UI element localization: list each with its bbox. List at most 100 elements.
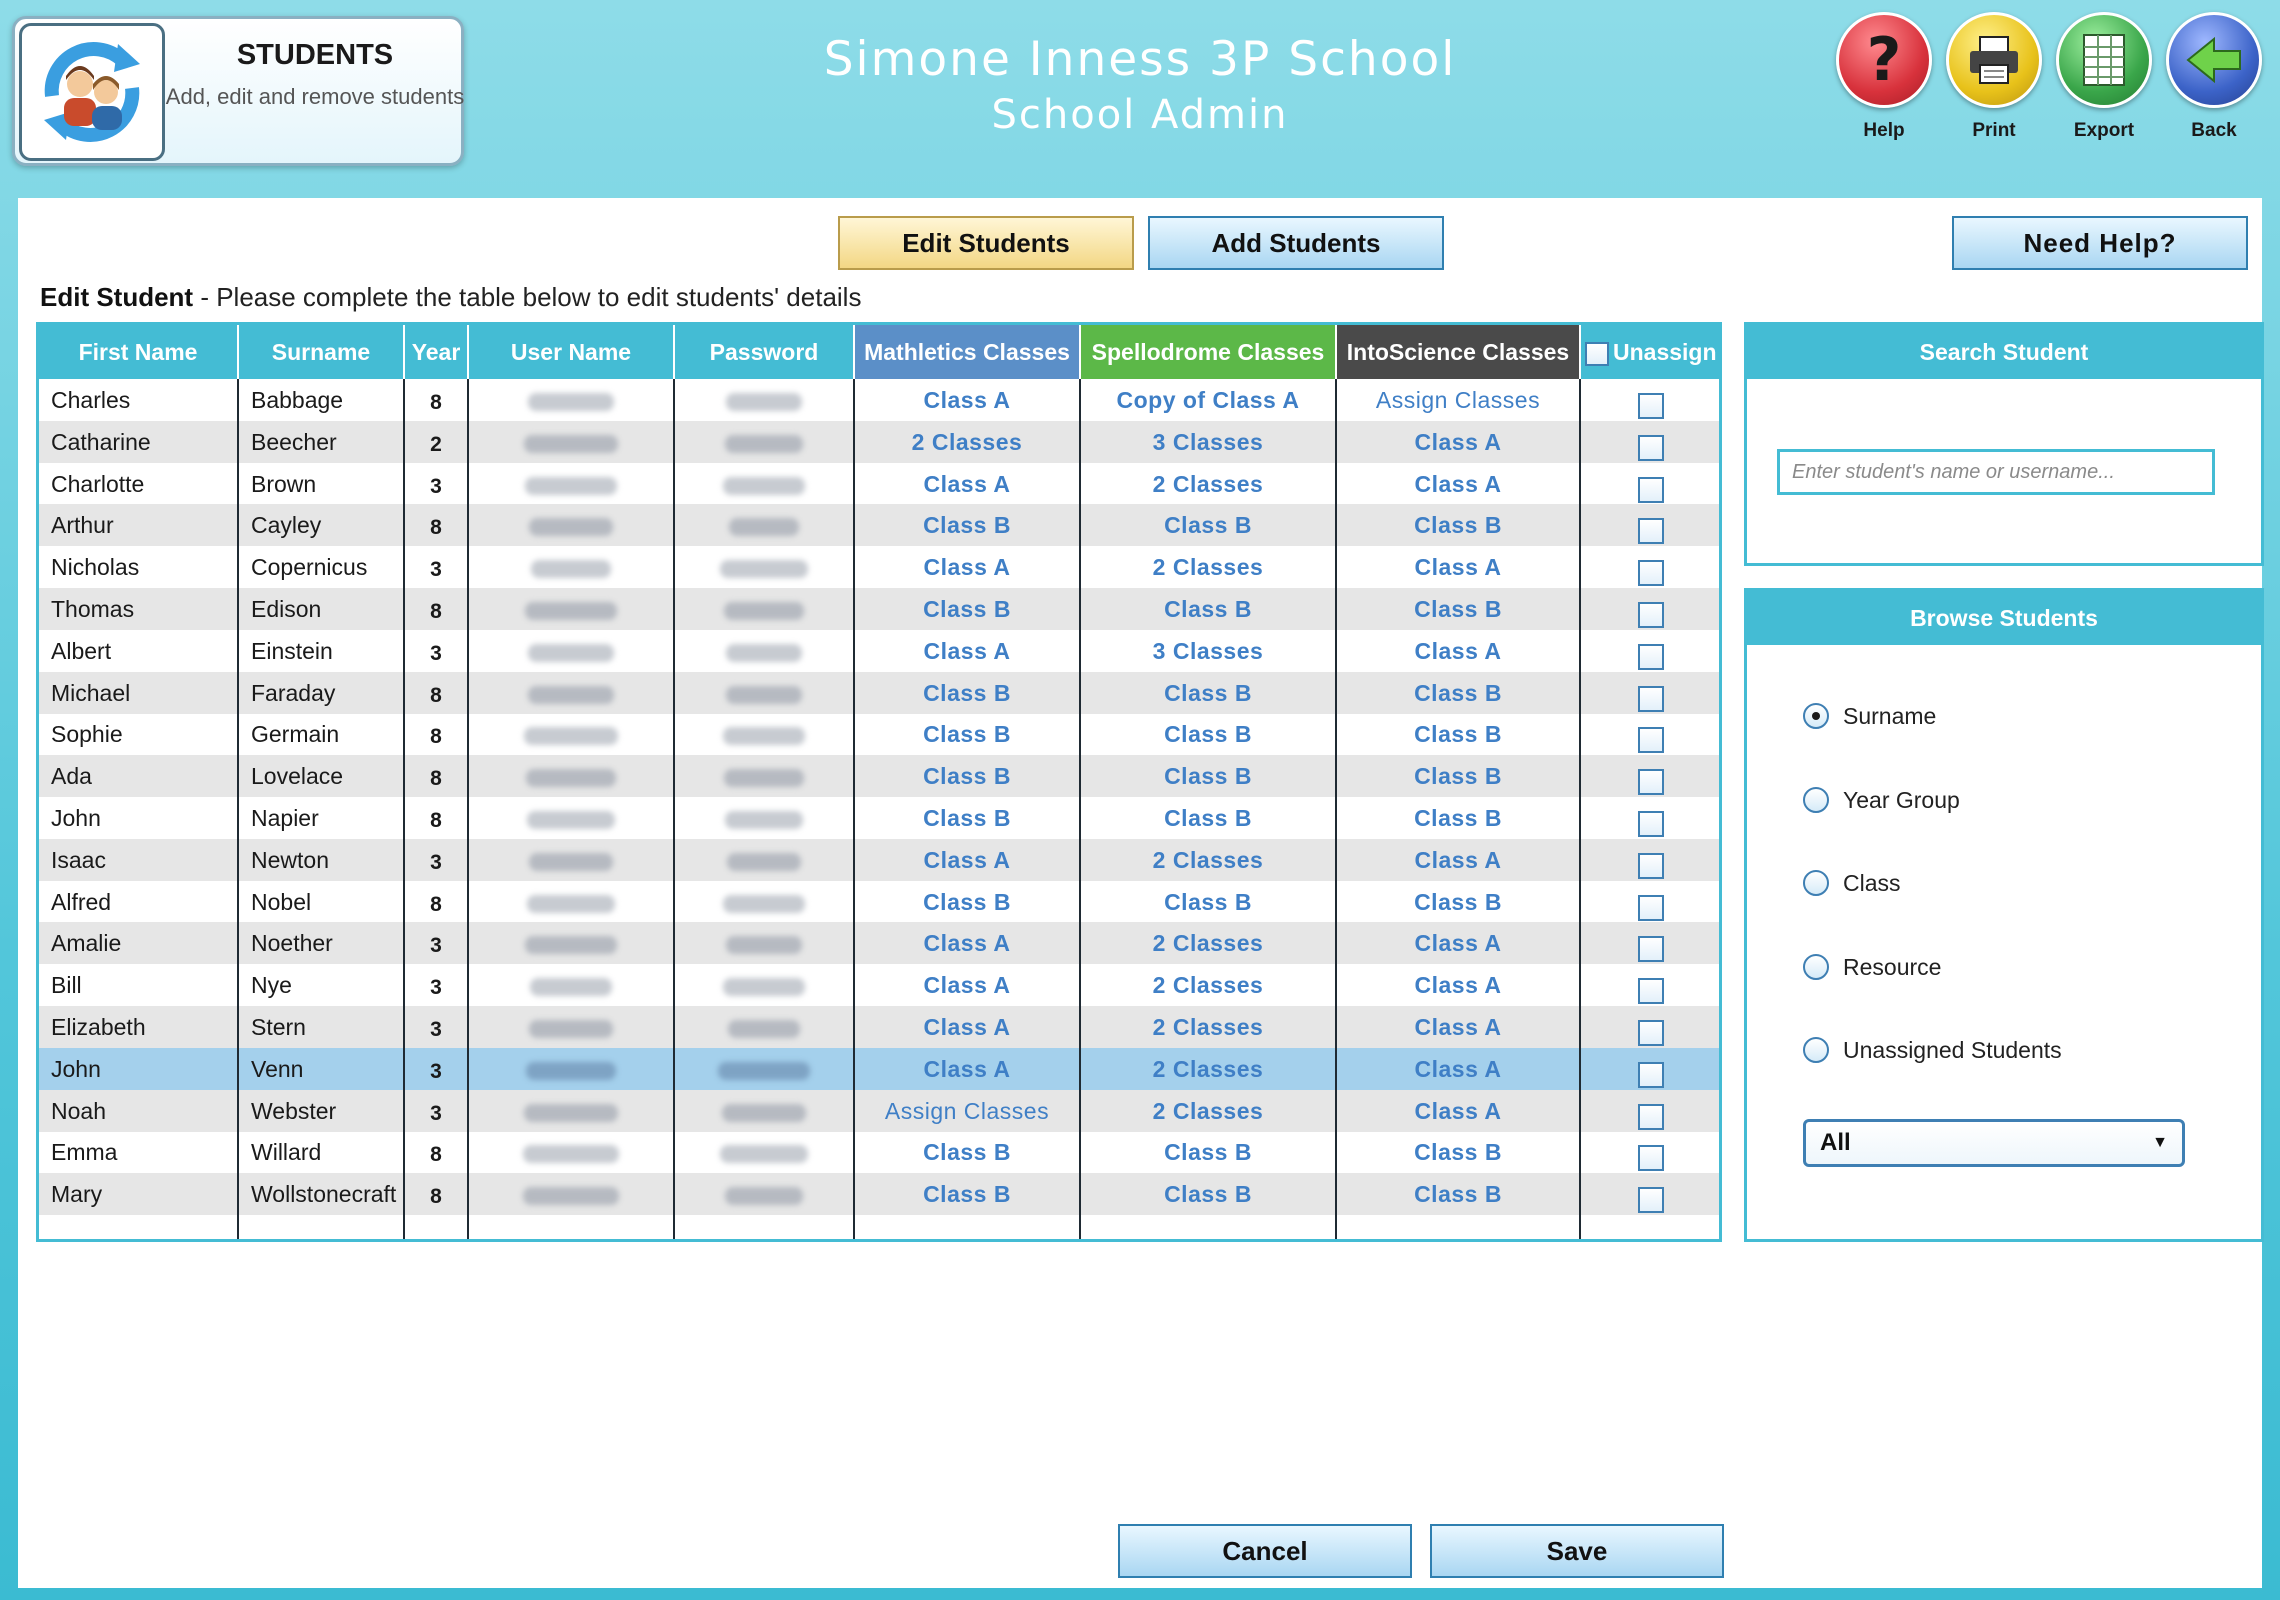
user-name-cell[interactable] xyxy=(469,1131,673,1173)
unassign-checkbox[interactable] xyxy=(1638,1019,1664,1046)
user-name-cell[interactable] xyxy=(469,839,673,881)
surname-cell[interactable]: Faraday xyxy=(239,672,403,714)
search-input[interactable] xyxy=(1777,449,2215,495)
mathletics-classes-link[interactable]: Class B xyxy=(855,713,1079,755)
spellodrome-classes-link[interactable]: Class B xyxy=(1081,504,1335,546)
table-row[interactable]: Arthur Cayley 8 Class B Class B Class B xyxy=(39,504,1719,547)
user-name-cell[interactable] xyxy=(469,1090,673,1132)
year-cell[interactable]: 3 xyxy=(405,922,467,964)
unassign-checkbox[interactable] xyxy=(1638,392,1664,419)
surname-cell[interactable]: Stern xyxy=(239,1006,403,1048)
mathletics-classes-link[interactable]: Class A xyxy=(855,379,1079,421)
intoscience-classes-link[interactable]: Class B xyxy=(1337,797,1579,839)
password-cell[interactable] xyxy=(675,546,853,588)
spellodrome-classes-link[interactable]: 2 Classes xyxy=(1081,463,1335,505)
unassign-checkbox[interactable] xyxy=(1638,894,1664,921)
unassign-checkbox[interactable] xyxy=(1638,476,1664,503)
mathletics-classes-link[interactable]: Class B xyxy=(855,797,1079,839)
mathletics-classes-link[interactable]: Class A xyxy=(855,630,1079,672)
password-cell[interactable] xyxy=(675,1131,853,1173)
spellodrome-classes-link[interactable]: 2 Classes xyxy=(1081,839,1335,881)
surname-cell[interactable]: Newton xyxy=(239,839,403,881)
surname-cell[interactable]: Edison xyxy=(239,588,403,630)
col-spellodrome[interactable]: Spellodrome Classes xyxy=(1081,325,1337,379)
user-name-cell[interactable] xyxy=(469,588,673,630)
spellodrome-classes-link[interactable]: 3 Classes xyxy=(1081,421,1335,463)
surname-cell[interactable]: Venn xyxy=(239,1048,403,1090)
intoscience-classes-link[interactable]: Assign Classes xyxy=(1337,379,1579,421)
intoscience-classes-link[interactable]: Class A xyxy=(1337,1048,1579,1090)
password-cell[interactable] xyxy=(675,713,853,755)
year-cell[interactable]: 8 xyxy=(405,504,467,546)
year-cell[interactable]: 2 xyxy=(405,421,467,463)
first-name-cell[interactable]: John xyxy=(39,797,237,839)
unassign-checkbox[interactable] xyxy=(1638,727,1664,754)
intoscience-classes-link[interactable]: Class A xyxy=(1337,630,1579,672)
surname-cell[interactable]: Cayley xyxy=(239,504,403,546)
year-cell[interactable]: 3 xyxy=(405,630,467,672)
year-cell[interactable]: 8 xyxy=(405,881,467,923)
intoscience-classes-link[interactable]: Class B xyxy=(1337,881,1579,923)
unassign-checkbox[interactable] xyxy=(1638,518,1664,545)
spellodrome-classes-link[interactable]: Class B xyxy=(1081,588,1335,630)
first-name-cell[interactable]: Bill xyxy=(39,964,237,1006)
intoscience-classes-link[interactable]: Class B xyxy=(1337,1173,1579,1215)
first-name-cell[interactable]: Catharine xyxy=(39,421,237,463)
unassign-all-checkbox[interactable] xyxy=(1585,341,1609,366)
intoscience-classes-link[interactable]: Class A xyxy=(1337,421,1579,463)
radio-button[interactable] xyxy=(1803,870,1829,896)
year-cell[interactable]: 3 xyxy=(405,839,467,881)
mathletics-classes-link[interactable]: Class A xyxy=(855,922,1079,964)
surname-cell[interactable]: Webster xyxy=(239,1090,403,1132)
table-row[interactable]: Charlotte Brown 3 Class A2 Classes Class A xyxy=(39,463,1719,505)
mathletics-classes-link[interactable]: Class B xyxy=(855,588,1079,630)
need-help-button[interactable]: Need Help? xyxy=(1952,216,2248,270)
table-row[interactable]: Sophie Germain 8 Class B Class B Class B xyxy=(39,713,1719,755)
mathletics-classes-link[interactable]: Class A xyxy=(855,964,1079,1006)
spellodrome-classes-link[interactable]: 2 Classes xyxy=(1081,922,1335,964)
first-name-cell[interactable]: Ada xyxy=(39,755,237,797)
table-row[interactable]: John Venn 3 Class A2 Classes Class A xyxy=(39,1047,1719,1090)
year-cell[interactable]: 8 xyxy=(405,672,467,714)
first-name-cell[interactable]: Sophie xyxy=(39,713,237,755)
col-first-name[interactable]: First Name xyxy=(39,325,239,379)
password-cell[interactable] xyxy=(675,588,853,630)
year-cell[interactable]: 3 xyxy=(405,1006,467,1048)
surname-cell[interactable]: Copernicus xyxy=(239,546,403,588)
password-cell[interactable] xyxy=(675,922,853,964)
table-row[interactable]: Amalie Noether 3 Class A2 Classes Class A xyxy=(39,922,1719,965)
table-row[interactable]: Thomas Edison 8 Class B Class B Class B xyxy=(39,588,1719,630)
user-name-cell[interactable] xyxy=(469,881,673,923)
col-intoscience[interactable]: IntoScience Classes xyxy=(1337,325,1581,379)
unassign-checkbox[interactable] xyxy=(1638,1103,1664,1130)
mathletics-classes-link[interactable]: Class B xyxy=(855,504,1079,546)
user-name-cell[interactable] xyxy=(469,797,673,839)
tab-add-students[interactable]: Add Students xyxy=(1148,216,1444,270)
password-cell[interactable] xyxy=(675,1048,853,1090)
first-name-cell[interactable]: Emma xyxy=(39,1131,237,1173)
password-cell[interactable] xyxy=(675,672,853,714)
intoscience-classes-link[interactable]: Class B xyxy=(1337,672,1579,714)
user-name-cell[interactable] xyxy=(469,1006,673,1048)
surname-cell[interactable]: Noether xyxy=(239,922,403,964)
cancel-button[interactable]: Cancel xyxy=(1118,1524,1412,1578)
intoscience-classes-link[interactable]: Class A xyxy=(1337,922,1579,964)
unassign-checkbox[interactable] xyxy=(1638,852,1664,879)
first-name-cell[interactable]: Michael xyxy=(39,672,237,714)
first-name-cell[interactable]: Charles xyxy=(39,379,237,421)
year-cell[interactable]: 3 xyxy=(405,1048,467,1090)
intoscience-classes-link[interactable]: Class A xyxy=(1337,463,1579,505)
password-cell[interactable] xyxy=(675,1173,853,1215)
first-name-cell[interactable]: John xyxy=(39,1048,237,1090)
table-row[interactable]: Bill Nye 3 Class A2 Classes Class A xyxy=(39,964,1719,1006)
table-row[interactable]: Charles Babbage 8 Class A Copy of Class A Ass… xyxy=(39,379,1719,421)
mathletics-classes-link[interactable]: Assign Classes xyxy=(855,1090,1079,1132)
intoscience-classes-link[interactable]: Class A xyxy=(1337,1006,1579,1048)
spellodrome-classes-link[interactable]: Class B xyxy=(1081,1173,1335,1215)
mathletics-classes-link[interactable]: Class B xyxy=(855,755,1079,797)
first-name-cell[interactable]: Thomas xyxy=(39,588,237,630)
radio-button[interactable] xyxy=(1803,954,1829,980)
password-cell[interactable] xyxy=(675,797,853,839)
user-name-cell[interactable] xyxy=(469,922,673,964)
spellodrome-classes-link[interactable]: 3 Classes xyxy=(1081,630,1335,672)
